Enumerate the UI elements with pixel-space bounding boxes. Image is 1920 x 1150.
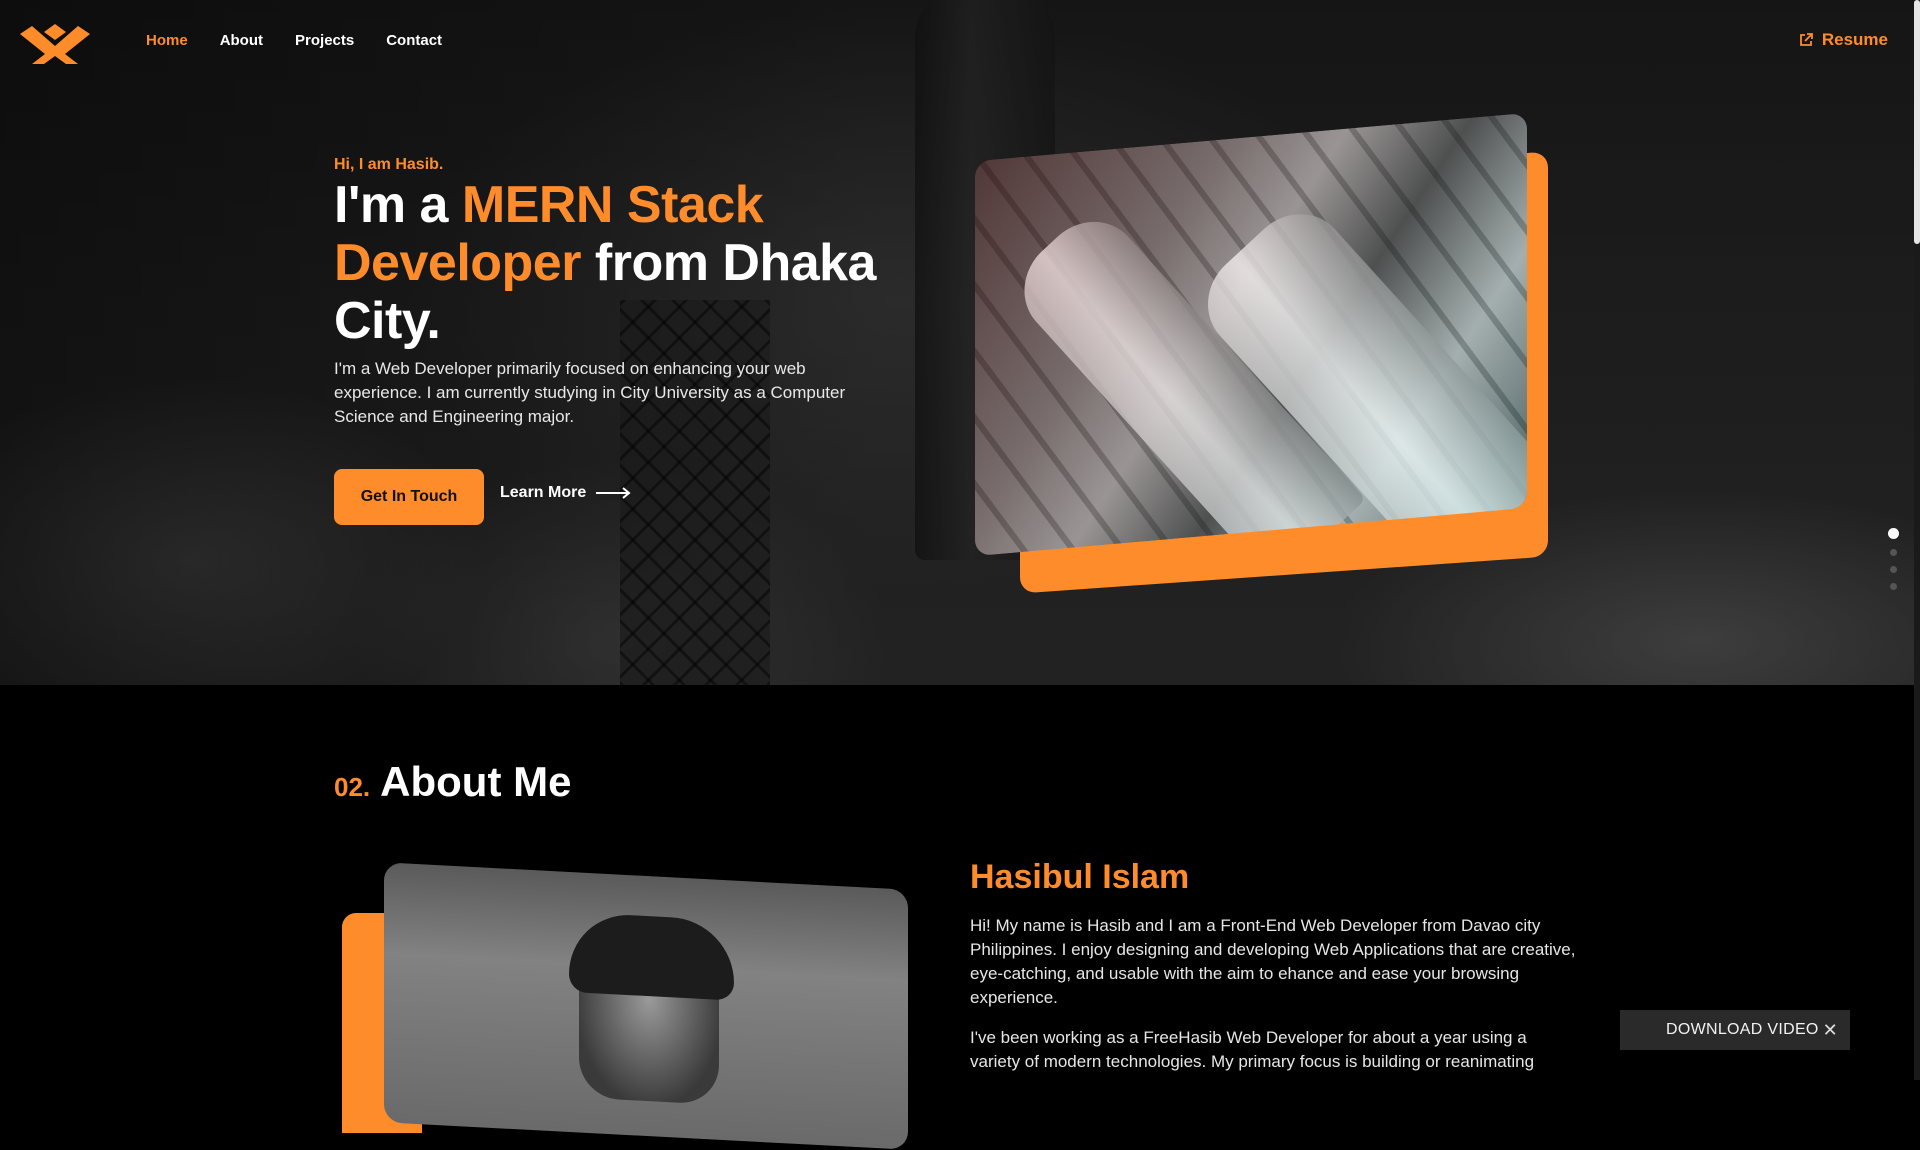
- about-photo-card: [340, 862, 920, 1150]
- profile-photo: [384, 862, 908, 1150]
- section-dots-nav: [1888, 528, 1899, 590]
- external-link-icon: [1799, 33, 1813, 46]
- about-section-title: 02. About Me: [334, 758, 571, 806]
- hero-headline: I'm a MERN Stack Developer from Dhaka Ci…: [334, 176, 914, 350]
- site-logo[interactable]: [20, 22, 90, 64]
- resume-label: Resume: [1821, 30, 1888, 49]
- photo-tint: [975, 112, 1527, 557]
- scrollbar-thumb[interactable]: [1914, 0, 1920, 244]
- hero-overlay: [0, 0, 1920, 685]
- download-video-label[interactable]: DOWNLOAD VIDEO: [1666, 1021, 1819, 1039]
- hero-section: [0, 0, 1920, 685]
- hero-greeting: Hi, I am Hasib.: [334, 156, 444, 173]
- nav-home-link[interactable]: Home: [146, 32, 188, 49]
- close-icon[interactable]: ✕: [1823, 1020, 1838, 1041]
- resume-link[interactable]: Resume: [1798, 30, 1888, 50]
- about-paragraph-2: I've been working as a FreeHasib Web Dev…: [970, 1028, 1535, 1071]
- hero-intro: I'm a Web Developer primarily focused on…: [334, 359, 846, 426]
- get-in-touch-button[interactable]: Get In Touch: [334, 469, 484, 525]
- about-section-heading: About Me: [380, 758, 572, 805]
- main-nav: Home About Projects Contact: [146, 32, 442, 49]
- nav-projects-link[interactable]: Projects: [295, 32, 354, 49]
- about-paragraph-1: Hi! My name is Hasib and I am a Front-En…: [970, 916, 1576, 1007]
- section-dot-1[interactable]: [1888, 528, 1899, 539]
- nav-contact-link[interactable]: Contact: [386, 32, 442, 49]
- learn-more-label: Learn More: [500, 484, 587, 501]
- arrow-right-icon: [596, 487, 631, 499]
- download-video-popup[interactable]: DOWNLOAD VIDEO ✕: [1620, 1010, 1850, 1050]
- hero-rocket-photo: [975, 112, 1527, 557]
- section-dot-3[interactable]: [1890, 566, 1897, 573]
- learn-more-link[interactable]: Learn More: [500, 484, 632, 502]
- headline-part1: I'm a: [334, 176, 462, 234]
- section-dot-2[interactable]: [1890, 549, 1897, 556]
- about-name: Hasibul Islam: [970, 858, 1190, 896]
- about-section-number: 02.: [334, 772, 371, 802]
- page-scrollbar[interactable]: [1914, 0, 1920, 1080]
- hero-image-card: [975, 112, 1575, 594]
- nav-about-link[interactable]: About: [220, 32, 263, 49]
- logo-icon: [20, 24, 90, 64]
- profile-hair: [569, 911, 734, 1001]
- section-dot-4[interactable]: [1890, 583, 1897, 590]
